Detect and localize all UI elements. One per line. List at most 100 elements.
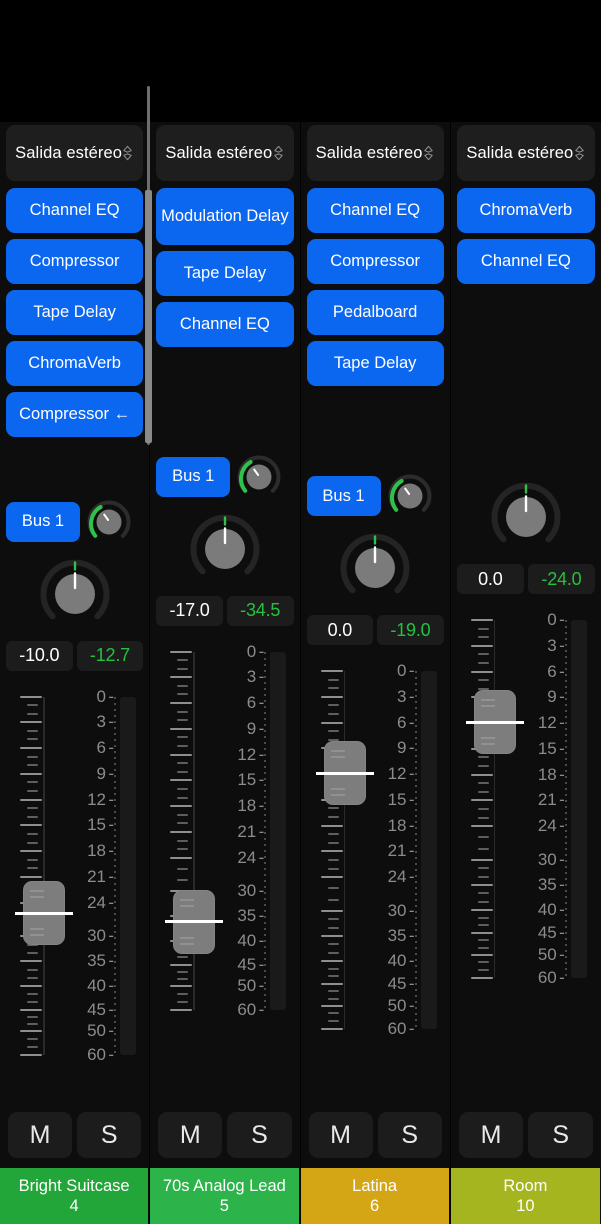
scale-label: 35 <box>237 906 256 926</box>
fader-handle[interactable] <box>173 890 215 954</box>
scale-label: 21 <box>87 867 106 887</box>
channel-strip: Salida estéreo Modulation Delay Tape Delay… <box>150 0 300 1224</box>
mute-button[interactable]: M <box>158 1112 222 1158</box>
scale-label: 0 <box>547 610 556 630</box>
track-name-plate[interactable]: Room10 <box>451 1168 601 1224</box>
fader-inner: 0-3-6-9-12-15-18-21-24-30-35-40-45-50-60… <box>457 620 595 978</box>
scale-label: 18 <box>388 816 407 836</box>
plugin-slot[interactable]: Channel EQ <box>6 188 143 233</box>
plugin-slot[interactable]: Tape Delay <box>156 251 293 296</box>
pan-knob[interactable] <box>338 531 412 605</box>
plugin-slot[interactable]: Compressor <box>6 239 143 284</box>
plugin-slot[interactable]: Channel EQ <box>457 239 595 284</box>
channel-strip: Salida estéreo Channel EQ Compressor Pedalb… <box>301 0 451 1224</box>
fader-handle[interactable] <box>474 690 516 754</box>
scale-label: 60 <box>388 1019 407 1039</box>
solo-button[interactable]: S <box>227 1112 291 1158</box>
meter-peak-value[interactable]: -24.0 <box>528 564 595 594</box>
pan-knob[interactable] <box>489 480 563 554</box>
send-level-knob[interactable] <box>387 473 433 519</box>
fader-scale: 0-3-6-9-12-15-18-21-24-30-35-40-45-50-60… <box>515 620 567 978</box>
send-level-knob[interactable] <box>236 454 282 500</box>
send-bus-button[interactable]: Bus 1 <box>307 476 381 516</box>
track-name-plate[interactable]: Latina6 <box>301 1168 450 1224</box>
value-readout-row: -10.0-12.7 <box>0 633 149 679</box>
output-label: Salida estéreo <box>15 144 122 163</box>
output-slot-container: Salida estéreo <box>301 122 450 186</box>
track-number: 4 <box>70 1197 79 1216</box>
send-bus-button[interactable]: Bus 1 <box>6 502 80 542</box>
output-dropdown[interactable]: Salida estéreo <box>156 125 293 181</box>
plugin-slot[interactable]: Tape Delay <box>6 290 143 335</box>
plugin-slot[interactable]: Pedalboard <box>307 290 444 335</box>
plugin-slot[interactable]: Channel EQ <box>156 302 293 347</box>
plugin-slot[interactable]: Channel EQ <box>307 188 444 233</box>
fader-handle[interactable] <box>23 881 65 945</box>
mute-solo-row: MS <box>150 1106 299 1168</box>
gain-value[interactable]: -10.0 <box>6 641 73 671</box>
scale-label: 40 <box>87 976 106 996</box>
meter-peak-value[interactable]: -12.7 <box>77 641 144 671</box>
fader-area: 0-3-6-9-12-15-18-21-24-30-35-40-45-50-60… <box>451 602 601 1106</box>
fader-track[interactable] <box>344 671 346 1029</box>
output-dropdown[interactable]: Salida estéreo <box>457 125 595 181</box>
mute-button[interactable]: M <box>459 1112 524 1158</box>
plugin-slot[interactable]: Modulation Delay <box>156 188 293 245</box>
meter-peak-value[interactable]: -19.0 <box>377 615 444 645</box>
gain-value[interactable]: 0.0 <box>307 615 374 645</box>
scale-label: 9 <box>247 719 256 739</box>
mute-button[interactable]: M <box>8 1112 72 1158</box>
plugin-slot-list: Channel EQ Compressor Pedalboard Tape Delay <box>301 186 450 392</box>
chevron-updown-icon <box>423 146 434 161</box>
plugin-slot[interactable]: Compressor ← <box>6 392 143 437</box>
track-number: 10 <box>516 1197 534 1216</box>
fader-scale: 0-3-6-9-12-15-18-21-24-30-35-40-45-50-60… <box>64 697 116 1055</box>
send-level-knob[interactable] <box>86 499 132 545</box>
scale-label: 35 <box>87 951 106 971</box>
solo-button[interactable]: S <box>528 1112 593 1158</box>
fader-tick-marks <box>20 697 42 1055</box>
gain-value[interactable]: 0.0 <box>457 564 524 594</box>
pan-row <box>301 529 450 607</box>
mute-button[interactable]: M <box>309 1112 373 1158</box>
scale-label: 45 <box>87 1000 106 1020</box>
output-slot-container: Salida estéreo <box>451 122 601 186</box>
plugin-slot[interactable]: Compressor <box>307 239 444 284</box>
output-slot-container: Salida estéreo <box>0 122 149 186</box>
scale-label: 12 <box>538 713 557 733</box>
track-name-plate[interactable]: 70s Analog Lead5 <box>150 1168 299 1224</box>
scale-label: 50 <box>538 945 557 965</box>
gain-value[interactable]: -17.0 <box>156 596 223 626</box>
track-name: Latina <box>349 1177 400 1196</box>
pan-knob[interactable] <box>38 557 112 631</box>
scale-label: 12 <box>87 790 106 810</box>
fader-track[interactable] <box>43 697 45 1055</box>
solo-button[interactable]: S <box>378 1112 442 1158</box>
plugin-slot[interactable]: Tape Delay <box>307 341 444 386</box>
chevron-updown-icon <box>574 146 585 161</box>
plugin-slot-list: Channel EQ Compressor Tape Delay ChromaVerb… <box>0 186 149 443</box>
output-dropdown[interactable]: Salida estéreo <box>307 125 444 181</box>
solo-button[interactable]: S <box>77 1112 141 1158</box>
pan-knob[interactable] <box>188 512 262 586</box>
meter-peak-value[interactable]: -34.5 <box>227 596 294 626</box>
scale-label: 40 <box>237 931 256 951</box>
scale-label: 6 <box>397 713 406 733</box>
scale-label: 18 <box>237 796 256 816</box>
track-name-plate[interactable]: Bright Suitcase4 <box>0 1168 149 1224</box>
chevron-updown-icon <box>122 146 133 161</box>
fader-track[interactable] <box>494 620 496 978</box>
scale-label: 18 <box>538 765 557 785</box>
scale-dot-column <box>415 671 417 1029</box>
scale-label: 24 <box>388 867 407 887</box>
scale-label: 3 <box>547 636 556 656</box>
plugin-slot[interactable]: ChromaVerb <box>6 341 143 386</box>
scale-label: 60 <box>237 1000 256 1020</box>
plugin-slot[interactable]: ChromaVerb <box>457 188 595 233</box>
scale-label: 15 <box>388 790 407 810</box>
send-bus-button[interactable]: Bus 1 <box>156 457 230 497</box>
fader-track[interactable] <box>193 652 195 1010</box>
fader-inner: 0-3-6-9-12-15-18-21-24-30-35-40-45-50-60… <box>307 671 444 1029</box>
fader-handle[interactable] <box>324 741 366 805</box>
output-dropdown[interactable]: Salida estéreo <box>6 125 143 181</box>
